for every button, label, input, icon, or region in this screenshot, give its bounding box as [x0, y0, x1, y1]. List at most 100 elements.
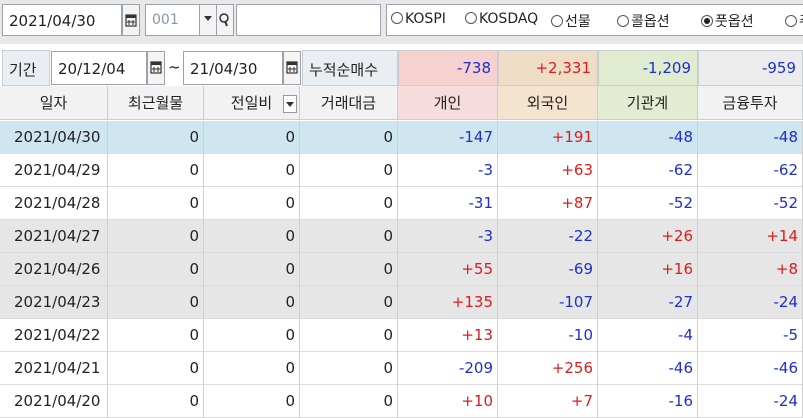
table-row[interactable]: 2021/04/21 0 0 0 -209 +256 -46 -46 [0, 352, 803, 385]
cell-value: 0 [108, 220, 204, 253]
table-row[interactable]: 2021/04/28 0 0 0 -31 +87 -52 -52 [0, 187, 803, 220]
cell-value: 0 [300, 121, 398, 154]
radio-dot [465, 12, 477, 24]
cumulative-label: 누적순매수 [302, 50, 398, 86]
cell-value: -5 [698, 319, 803, 352]
sum-foreign: +2,331 [498, 50, 598, 86]
cell-value: +26 [598, 220, 698, 253]
code-select[interactable]: 001 [145, 4, 200, 36]
cell-value: +63 [498, 154, 598, 187]
cell-value: +7 [498, 385, 598, 418]
chevron-down-icon [204, 16, 212, 21]
header-change-label: 전일비 [230, 94, 273, 112]
cell-value: 0 [300, 187, 398, 220]
radio-dot [617, 15, 629, 27]
period-to-value: 21/04/30 [190, 60, 258, 78]
table-row[interactable]: 2021/04/26 0 0 0 +55 -69 +16 +8 [0, 253, 803, 286]
radio-call-option[interactable]: 콜옵션 [617, 11, 670, 31]
cell-value: +256 [498, 352, 598, 385]
table-row[interactable]: 2021/04/29 0 0 0 -3 +63 -62 -62 [0, 154, 803, 187]
table-row[interactable]: 2021/04/30 0 0 0 -147 +191 -48 -48 [0, 121, 803, 154]
cell-value: -209 [398, 352, 498, 385]
period-to-calendar-button[interactable] [283, 51, 301, 85]
header-individual[interactable]: 개인 [398, 86, 498, 120]
cell-date: 2021/04/23 [0, 286, 108, 319]
radio-kosdaq[interactable]: KOSDAQ [465, 11, 538, 27]
cell-value: -52 [598, 187, 698, 220]
cell-value: 0 [204, 352, 300, 385]
header-trading-value[interactable]: 거래대금 [300, 86, 398, 120]
cell-date: 2021/04/20 [0, 385, 108, 418]
cell-value: -107 [498, 286, 598, 319]
cell-value: 0 [300, 220, 398, 253]
radio-dot [785, 15, 797, 27]
period-to-input[interactable]: 21/04/30 [183, 51, 283, 85]
cell-value: -46 [698, 352, 803, 385]
cell-value: 0 [108, 154, 204, 187]
cell-value: 0 [204, 385, 300, 418]
header-change[interactable]: 전일비 [204, 86, 300, 120]
change-dropdown-button[interactable] [283, 95, 297, 113]
header-institution[interactable]: 기관계 [598, 86, 698, 120]
cell-value: 0 [204, 121, 300, 154]
cell-value: +13 [398, 319, 498, 352]
cell-value: 0 [204, 286, 300, 319]
table-row[interactable]: 2021/04/22 0 0 0 +13 -10 -4 -5 [0, 319, 803, 352]
cell-date: 2021/04/29 [0, 154, 108, 187]
radio-futures[interactable]: 선물 [551, 11, 591, 31]
sum-individual: -738 [398, 50, 498, 86]
radio-stock[interactable]: 주 [785, 11, 803, 31]
cell-value: +87 [498, 187, 598, 220]
cell-date: 2021/04/28 [0, 187, 108, 220]
period-tilde: ~ [168, 58, 181, 76]
cell-value: -46 [598, 352, 698, 385]
cell-value: 0 [204, 220, 300, 253]
calendar-icon [125, 14, 137, 27]
cell-value: 0 [300, 385, 398, 418]
search-icon [219, 13, 229, 27]
cell-value: -24 [698, 385, 803, 418]
table-row[interactable]: 2021/04/20 0 0 0 +10 +7 -16 -24 [0, 385, 803, 418]
search-input[interactable] [236, 4, 381, 36]
cell-value: -24 [698, 286, 803, 319]
cell-value: -48 [698, 121, 803, 154]
date-calendar-button[interactable] [122, 4, 140, 36]
cell-value: +55 [398, 253, 498, 286]
cell-value: 0 [300, 253, 398, 286]
header-front-month[interactable]: 최근월물 [108, 86, 204, 120]
cell-value: 0 [108, 352, 204, 385]
table-row[interactable]: 2021/04/23 0 0 0 +135 -107 -27 -24 [0, 286, 803, 319]
period-from-calendar-button[interactable] [147, 51, 165, 85]
cell-value: 0 [204, 253, 300, 286]
period-from-input[interactable]: 20/12/04 [51, 51, 147, 85]
cell-date: 2021/04/26 [0, 253, 108, 286]
cell-value: -4 [598, 319, 698, 352]
radio-put-option[interactable]: 풋옵션 [701, 11, 754, 31]
table-row[interactable]: 2021/04/27 0 0 0 -3 -22 +26 +14 [0, 220, 803, 253]
cell-value: -16 [598, 385, 698, 418]
header-financial[interactable]: 금융투자 [698, 86, 803, 120]
sum-institution: -1,209 [598, 50, 698, 86]
cell-value: -3 [398, 154, 498, 187]
cell-value: -69 [498, 253, 598, 286]
header-date[interactable]: 일자 [0, 86, 108, 120]
cell-value: 0 [300, 286, 398, 319]
date-value: 2021/04/30 [9, 12, 96, 30]
cell-value: 0 [300, 319, 398, 352]
cell-date: 2021/04/30 [0, 121, 108, 154]
radio-dot [391, 12, 403, 24]
search-button[interactable] [216, 4, 234, 36]
header-foreign[interactable]: 외국인 [498, 86, 598, 120]
code-dropdown-button[interactable] [199, 4, 217, 36]
date-input[interactable]: 2021/04/30 [2, 4, 122, 36]
radio-kospi[interactable]: KOSPI [391, 11, 446, 27]
cell-date: 2021/04/27 [0, 220, 108, 253]
radio-dot-selected [701, 15, 713, 27]
cell-value: +16 [598, 253, 698, 286]
cell-value: 0 [108, 253, 204, 286]
cell-value: +14 [698, 220, 803, 253]
cell-value: +135 [398, 286, 498, 319]
cell-value: -10 [498, 319, 598, 352]
cell-value: 0 [300, 154, 398, 187]
cell-value: -62 [598, 154, 698, 187]
